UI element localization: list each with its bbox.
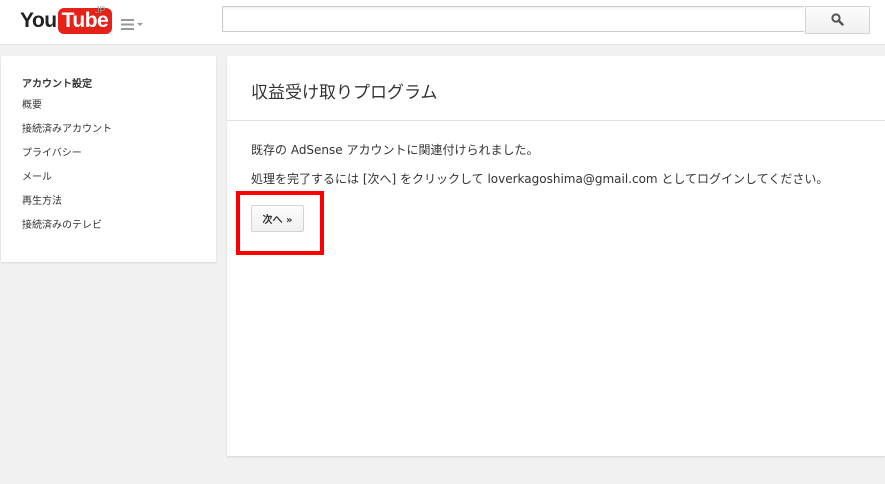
account-settings-nav: アカウント設定 概要 接続済みアカウント プライバシー メール 再生方法 接続済… — [1, 56, 216, 262]
page-title: 収益受け取りプログラム — [251, 83, 438, 103]
search-icon — [831, 11, 844, 30]
sidebar-item-privacy[interactable]: プライバシー — [22, 147, 112, 171]
sidebar-list: 概要 接続済みアカウント プライバシー メール 再生方法 接続済みのテレビ — [22, 99, 112, 243]
sidebar-title: アカウント設定 — [22, 79, 92, 90]
logo-you-text: You — [20, 9, 57, 32]
youtube-logo[interactable]: You Tube JP — [20, 5, 113, 36]
menu-icon[interactable] — [121, 16, 145, 30]
logo-region-label: JP — [95, 5, 106, 15]
sidebar-item-email[interactable]: メール — [22, 171, 112, 195]
next-button[interactable]: 次へ » — [251, 205, 304, 232]
search-input[interactable] — [222, 6, 804, 32]
sidebar-item-connected-tvs[interactable]: 接続済みのテレビ — [22, 219, 112, 243]
adsense-linked-message: 既存の AdSense アカウントに関連付けられました。 — [251, 143, 539, 157]
main-header: 収益受け取りプログラム — [227, 56, 885, 121]
main-panel: 収益受け取りプログラム 既存の AdSense アカウントに関連付けられました。… — [227, 56, 885, 456]
sidebar-item-connected-accounts[interactable]: 接続済みアカウント — [22, 123, 112, 147]
search-button[interactable] — [805, 6, 870, 34]
masthead: You Tube JP — [0, 0, 885, 45]
login-instruction-message: 処理を完了するには [次へ] をクリックして loverkagoshima@gm… — [251, 172, 829, 186]
sidebar-item-playback[interactable]: 再生方法 — [22, 195, 112, 219]
sidebar-item-overview[interactable]: 概要 — [22, 99, 112, 123]
